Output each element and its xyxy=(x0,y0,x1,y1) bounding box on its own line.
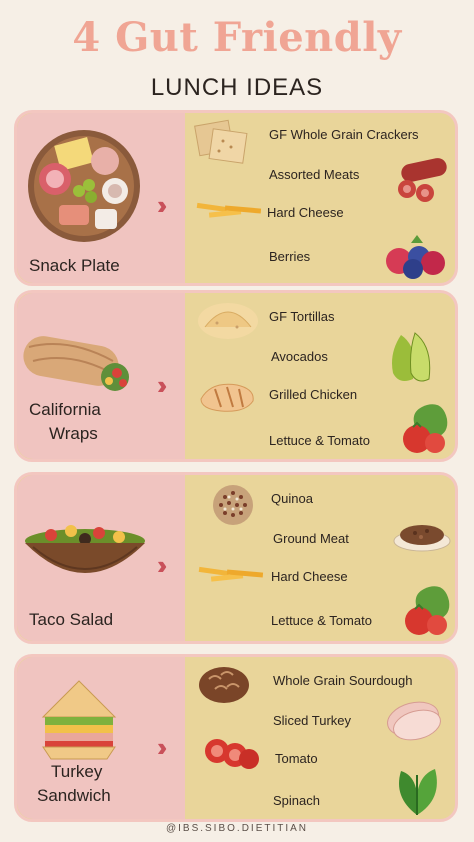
tomato-slices-icon xyxy=(205,739,259,769)
meal-name-line1: Turkey xyxy=(51,762,103,781)
ingredient-label: Grilled Chicken xyxy=(269,387,358,402)
salami-icon xyxy=(398,158,447,202)
sliced-turkey-icon xyxy=(387,701,441,741)
arrow-icon: ›› xyxy=(157,190,167,220)
page-title: 4 Gut Friendly xyxy=(72,14,402,61)
meal-name-line2: Wraps xyxy=(49,424,98,443)
taco-salad-illustration xyxy=(25,525,145,573)
meal-name: Snack Plate xyxy=(29,256,120,275)
wrap-illustration xyxy=(23,336,129,391)
ingredient-label: Lettuce & Tomato xyxy=(271,613,372,628)
ingredient-label: Tomato xyxy=(275,751,318,766)
ground-meat-icon xyxy=(393,525,451,552)
ingredient-label: Quinoa xyxy=(271,491,313,506)
card-turkey-sandwich: Turkey Sandwich ›› Whole Grain Sourdough… xyxy=(14,654,458,822)
meal-name-line2: Sandwich xyxy=(37,786,111,805)
lettuce-tomato-icon xyxy=(403,404,448,453)
lettuce-tomato-icon xyxy=(405,586,450,635)
card-snack-plate: Snack Plate ›› GF Whole Grain Crackers A… xyxy=(14,110,458,286)
chicken-icon xyxy=(200,383,254,412)
quinoa-icon xyxy=(213,485,253,525)
ingredient-label: Hard Cheese xyxy=(271,569,348,584)
arrow-icon: ›› xyxy=(157,550,167,580)
arrow-icon: ›› xyxy=(157,370,167,400)
ingredient-label: Sliced Turkey xyxy=(273,713,352,728)
meal-name-line1: California xyxy=(29,400,101,419)
sandwich-illustration xyxy=(41,680,117,760)
tortillas-icon xyxy=(198,303,258,339)
spinach-icon xyxy=(399,769,437,815)
ingredient-label: GF Tortillas xyxy=(269,309,335,324)
meal-name: Taco Salad xyxy=(29,610,114,629)
ingredient-label: Spinach xyxy=(273,793,320,808)
ingredient-label: Whole Grain Sourdough xyxy=(273,673,413,688)
berries-icon xyxy=(386,235,445,279)
ingredient-label: GF Whole Grain Crackers xyxy=(269,127,419,142)
cheese-icon xyxy=(198,566,264,582)
crackers-icon xyxy=(194,119,248,164)
footer-handle: @IBS.SIBO.DIETITIAN xyxy=(165,823,309,834)
ingredient-label: Hard Cheese xyxy=(267,205,344,220)
ingredient-label: Avocados xyxy=(271,349,328,364)
card-california-wraps: California Wraps ›› GF Tortillas Avocado… xyxy=(14,290,458,462)
ingredient-label: Lettuce & Tomato xyxy=(269,433,370,448)
ingredient-label: Ground Meat xyxy=(273,531,349,546)
page-subtitle: LUNCH IDEAS xyxy=(150,74,324,101)
avocado-icon xyxy=(392,332,431,382)
snack-plate-illustration xyxy=(28,130,140,242)
arrow-icon: ›› xyxy=(157,732,167,762)
sourdough-icon xyxy=(199,667,249,703)
ingredient-label: Assorted Meats xyxy=(269,167,360,182)
cheese-icon xyxy=(196,202,262,218)
ingredient-label: Berries xyxy=(269,249,311,264)
card-taco-salad: Taco Salad ›› Quinoa Ground Meat Hard Ch… xyxy=(14,472,458,644)
